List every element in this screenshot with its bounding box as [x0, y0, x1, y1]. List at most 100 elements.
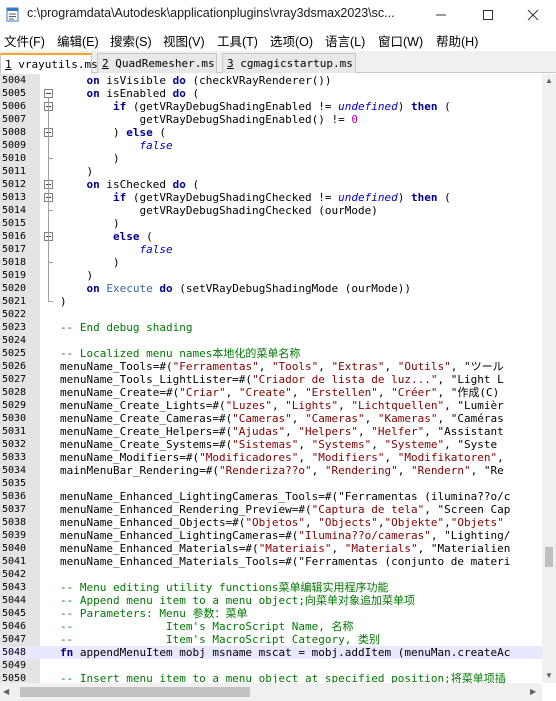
code-line[interactable]: 5041 menuName_Enhanced_Materials_Tools=#(…	[0, 555, 556, 568]
line-number: 5033	[2, 452, 27, 463]
menu-help[interactable]: 帮助(H)	[436, 31, 478, 50]
menu-search[interactable]: 搜索(S)	[110, 31, 152, 50]
tab-vrayutils[interactable]: 1 vrayutils.ms	[0, 53, 98, 74]
code-line[interactable]: 5033 menuName_Modifiers=#("Modificadores"…	[0, 451, 556, 464]
code-line[interactable]: 5037 menuName_Enhanced_Rendering_Preview=…	[0, 503, 556, 516]
menu-file[interactable]: 文件(F)	[4, 31, 45, 50]
code-text: -- Item's MacroScript Category, 类别	[60, 633, 381, 646]
line-number: 5022	[2, 309, 27, 320]
horizontal-scrollbar[interactable]: ◀ ▶	[0, 683, 542, 701]
code-line[interactable]: 5044 -- Append menu item to a menu object…	[0, 594, 556, 607]
code-line[interactable]: 5024	[0, 334, 556, 347]
fold-end-marker	[48, 158, 53, 159]
code-line[interactable]: 5017 false	[0, 243, 556, 256]
line-number: 5017	[2, 244, 27, 255]
code-line[interactable]: 5022	[0, 308, 556, 321]
line-number: 5014	[2, 205, 27, 216]
code-text: menuName_Tools_LightLister=#("Criador de…	[60, 373, 504, 386]
code-line[interactable]: 5016 else (	[0, 230, 556, 243]
line-number: 5048	[2, 647, 27, 658]
tab-cgmagicstartup[interactable]: 3 cgmagicstartup.ms	[222, 53, 356, 73]
code-line[interactable]: 5042	[0, 568, 556, 581]
menu-edit[interactable]: 编辑(E)	[57, 31, 99, 50]
menu-language[interactable]: 语言(L)	[325, 31, 365, 50]
code-line[interactable]: 5020 on Execute do (setVRayDebugShadingM…	[0, 282, 556, 295]
line-number: 5005	[2, 88, 27, 99]
code-editor[interactable]: 5004 on isVisible do (checkVRayRenderer(…	[0, 74, 556, 683]
code-line[interactable]: 5048 fn appendMenuItem mobj msname mscat …	[0, 646, 556, 659]
scroll-right-icon[interactable]: ▶	[530, 687, 536, 696]
code-line[interactable]: 5013 if (getVRayDebugShadingChecked != u…	[0, 191, 556, 204]
code-line[interactable]: 5039 menuName_Enhanced_LightingCameras=#(…	[0, 529, 556, 542]
vertical-scroll-thumb[interactable]	[545, 547, 553, 567]
code-line[interactable]: 5025 -- Localized menu names本地化的菜单名称	[0, 347, 556, 360]
code-line[interactable]: 5045 -- Parameters: Menu 参数：菜单	[0, 607, 556, 620]
scroll-up-icon[interactable]: ▲	[545, 76, 553, 85]
code-line[interactable]: 5023 -- End debug shading	[0, 321, 556, 334]
horizontal-scroll-thumb[interactable]	[20, 687, 250, 697]
line-number: 5007	[2, 114, 27, 125]
code-text: menuName_Enhanced_Materials=#("Materiais…	[60, 542, 511, 555]
code-line[interactable]: 5021)	[0, 295, 556, 308]
line-number: 5012	[2, 179, 27, 190]
code-line[interactable]: 5040 menuName_Enhanced_Materials=#("Mater…	[0, 542, 556, 555]
code-line[interactable]: 5036 menuName_Enhanced_LightingCameras_To…	[0, 490, 556, 503]
fold-toggle-icon[interactable]	[44, 89, 53, 98]
maximize-icon	[483, 9, 493, 20]
minimize-button[interactable]	[418, 0, 464, 29]
line-number: 5027	[2, 374, 27, 385]
menu-window[interactable]: 窗口(W)	[378, 31, 423, 50]
code-line[interactable]: 5012 on isChecked do (	[0, 178, 556, 191]
line-number: 5041	[2, 556, 27, 567]
line-number: 5029	[2, 400, 27, 411]
vertical-scrollbar[interactable]: ▲ ▼	[542, 74, 556, 683]
line-number: 5035	[2, 478, 27, 489]
code-line[interactable]: 5029 menuName_Create_Lights=#("Luzes", "L…	[0, 399, 556, 412]
code-line[interactable]: 5005 on isEnabled do (	[0, 87, 556, 100]
code-line[interactable]: 5019 )	[0, 269, 556, 282]
maximize-button[interactable]	[465, 0, 511, 29]
code-text: menuName_Enhanced_LightingCameras=#("Ilu…	[60, 529, 511, 542]
line-number: 5010	[2, 153, 27, 164]
code-line[interactable]: 5015 )	[0, 217, 556, 230]
code-line[interactable]: 5031 menuName_Create_Helpers=#("Ajudas", …	[0, 425, 556, 438]
code-line[interactable]: 5014 getVRayDebugShadingChecked (ourMode…	[0, 204, 556, 217]
code-line[interactable]: 5007 getVRayDebugShadingEnabled() != 0	[0, 113, 556, 126]
scroll-left-icon[interactable]: ◀	[3, 687, 9, 696]
code-line[interactable]: 5028 menuName_Create=#("Criar", "Create",…	[0, 386, 556, 399]
code-line[interactable]: 5035	[0, 477, 556, 490]
code-line[interactable]: 5049	[0, 659, 556, 672]
code-line[interactable]: 5018 )	[0, 256, 556, 269]
menu-options[interactable]: 选项(O)	[270, 31, 313, 50]
code-text: false	[139, 139, 173, 152]
code-line[interactable]: 5011 )	[0, 165, 556, 178]
line-number: 5019	[2, 270, 27, 281]
code-text: -- Insert menu item to a menu object at …	[60, 672, 506, 683]
code-line[interactable]: 5047 -- Item's MacroScript Category, 类别	[0, 633, 556, 646]
scroll-down-icon[interactable]: ▼	[545, 671, 553, 680]
code-line[interactable]: 5026 menuName_Tools=#("Ferramentas", "Too…	[0, 360, 556, 373]
code-line[interactable]: 5032 menuName_Create_Systems=#("Sistemas"…	[0, 438, 556, 451]
code-line[interactable]: 5027 menuName_Tools_LightLister=#("Criado…	[0, 373, 556, 386]
code-line[interactable]: 5050 -- Insert menu item to a menu object…	[0, 672, 556, 683]
code-line[interactable]: 5006 if (getVRayDebugShadingEnabled != u…	[0, 100, 556, 113]
code-line[interactable]: 5008 ) else (	[0, 126, 556, 139]
code-line[interactable]: 5010 )	[0, 152, 556, 165]
code-line[interactable]: 5009 false	[0, 139, 556, 152]
tab-quadremesher[interactable]: 2 QuadRemesher.ms	[97, 53, 217, 73]
code-line[interactable]: 5038 menuName_Enhanced_Objects=#("Objetos…	[0, 516, 556, 529]
code-line[interactable]: 5030 menuName_Create_Cameras=#("Cameras",…	[0, 412, 556, 425]
code-line[interactable]: 5004 on isVisible do (checkVRayRenderer(…	[0, 74, 556, 87]
code-text: )	[60, 217, 120, 230]
line-number: 5032	[2, 439, 27, 450]
code-line[interactable]: 5046 -- Item's MacroScript Name, 名称	[0, 620, 556, 633]
code-line[interactable]: 5043 -- Menu editing utility functions菜单编…	[0, 581, 556, 594]
close-button[interactable]	[510, 0, 556, 29]
line-number: 5044	[2, 595, 27, 606]
code-line[interactable]: 5034 mainMenuBar_Rendering=#("Renderiza??…	[0, 464, 556, 477]
line-number: 5025	[2, 348, 27, 359]
close-icon	[527, 9, 539, 20]
menu-view[interactable]: 视图(V)	[163, 31, 205, 50]
menu-tools[interactable]: 工具(T)	[217, 31, 258, 50]
code-text: -- Menu editing utility functions菜单编辑实用程…	[60, 581, 389, 594]
